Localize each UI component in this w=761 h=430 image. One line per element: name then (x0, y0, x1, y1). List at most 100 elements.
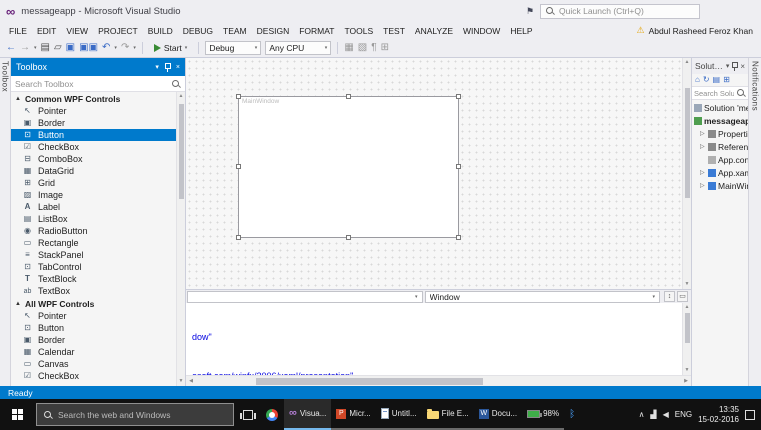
new-file-icon[interactable]: ▤ (41, 43, 50, 53)
resize-handle[interactable] (236, 235, 241, 240)
taskbar-app-visual-studio[interactable]: ∞ Visua... (284, 399, 331, 430)
xaml-editor[interactable]: dow" osoft.com/winfx/2006/xaml/presentat… (186, 303, 691, 375)
scroll-left-icon[interactable]: ◀ (186, 376, 196, 386)
menu-item-window[interactable]: WINDOW (458, 24, 505, 38)
scroll-down-icon[interactable]: ▼ (683, 280, 691, 289)
navigate-forward-icon[interactable]: → (20, 43, 30, 53)
paragraph-icon[interactable]: ¶ (371, 43, 376, 53)
toolbox-item[interactable]: ComboBox (11, 153, 176, 165)
toolbox-item[interactable]: TextBlock (11, 273, 176, 285)
designer-scrollbar[interactable]: ▲ ▼ (682, 58, 691, 289)
solution-search-box[interactable] (692, 87, 748, 100)
debug-configuration-combo[interactable]: Debug ▾ (205, 41, 261, 55)
start-button[interactable] (0, 399, 34, 430)
toolbox-item[interactable]: RadioButton (11, 225, 176, 237)
tree-item-app-xaml[interactable]: ▷App.xaml (692, 166, 748, 179)
scroll-up-icon[interactable]: ▲ (683, 303, 691, 312)
tree-item-properties[interactable]: ▷Properties (692, 127, 748, 140)
menu-item-view[interactable]: VIEW (61, 24, 93, 38)
expander-icon[interactable]: ▷ (700, 169, 706, 176)
resize-handle[interactable] (236, 94, 241, 99)
menu-item-help[interactable]: HELP (505, 24, 537, 38)
find-in-files-icon[interactable]: ▦ (344, 43, 353, 53)
split-orientation-icon[interactable]: ▭ (677, 291, 688, 302)
volume-icon[interactable]: ◀ (663, 411, 669, 419)
menu-item-team[interactable]: TEAM (218, 24, 252, 38)
toolbox-tab[interactable]: Toolbox (1, 61, 10, 386)
toolbox-category-common-wpf[interactable]: ▲ Common WPF Controls (11, 92, 176, 105)
redo-icon[interactable]: ↷ (121, 43, 129, 53)
chevron-down-icon[interactable]: ▾ (34, 45, 37, 51)
menu-item-design[interactable]: DESIGN (252, 24, 295, 38)
expander-icon[interactable]: ▷ (700, 130, 706, 137)
solution-search-input[interactable] (694, 89, 734, 98)
taskbar-app-notepad[interactable]: Untitl... (376, 399, 422, 430)
taskbar-app-file-explorer[interactable]: File E... (422, 399, 474, 430)
menu-item-tools[interactable]: TOOLS (340, 24, 379, 38)
action-center-icon[interactable] (745, 410, 755, 420)
tree-item-solution[interactable]: Solution 'messageapp' (692, 101, 748, 114)
code-lines[interactable]: dow" osoft.com/winfx/2006/xaml/presentat… (186, 303, 682, 375)
navigate-back-icon[interactable]: ← (6, 43, 16, 53)
toolbox-item[interactable]: DataGrid (11, 165, 176, 177)
save-icon[interactable]: ▣ (66, 43, 75, 53)
collapse-all-icon[interactable]: ▤ (713, 76, 721, 84)
toolbox-item[interactable]: StackPanel (11, 249, 176, 261)
toolbox-item[interactable]: Border (11, 117, 176, 129)
toolbox-item-selected[interactable]: Button (11, 129, 176, 141)
toolbox-scrollbar[interactable]: ▲ ▼ (176, 92, 185, 386)
menu-item-format[interactable]: FORMAT (294, 24, 339, 38)
resize-handle[interactable] (456, 94, 461, 99)
toolbox-item[interactable]: Grid (11, 177, 176, 189)
show-all-files-icon[interactable]: ⊞ (723, 76, 730, 84)
toolbox-search-box[interactable] (11, 76, 185, 92)
start-debug-button[interactable]: Start ▾ (149, 42, 192, 54)
scroll-up-icon[interactable]: ▲ (683, 58, 691, 67)
tree-item-project[interactable]: messageapp (692, 114, 748, 127)
taskbar-clock[interactable]: 13:35 15-02-2016 (698, 405, 739, 425)
taskbar-search-input[interactable] (58, 410, 227, 420)
toolbox-item[interactable]: Rectangle (11, 237, 176, 249)
tree-item-references[interactable]: ▷References (692, 140, 748, 153)
quick-launch-box[interactable] (540, 4, 700, 19)
tree-item-app-config[interactable]: App.config (692, 153, 748, 166)
tree-item-mainwindow-xaml[interactable]: ▷MainWindow.xaml (692, 179, 748, 192)
expander-icon[interactable]: ▷ (700, 143, 706, 150)
toolbox-item[interactable]: ListBox (11, 213, 176, 225)
save-all-icon[interactable]: ▣▣ (79, 43, 98, 53)
close-icon[interactable]: × (176, 64, 180, 71)
toolbox-item[interactable]: Button (11, 322, 176, 334)
toolbox-item[interactable]: TabControl (11, 261, 176, 273)
language-indicator[interactable]: ENG (675, 410, 692, 419)
task-view-button[interactable] (236, 399, 260, 430)
taskbar-app-battery[interactable]: 98% (522, 399, 564, 430)
taskbar-app-office[interactable]: P Micr... (331, 399, 375, 430)
refresh-icon[interactable]: ↻ (703, 76, 710, 84)
toolbox-item[interactable]: Pointer (11, 310, 176, 322)
chevron-down-icon[interactable]: ▾ (114, 45, 117, 51)
toolbox-item[interactable]: Pointer (11, 105, 176, 117)
resize-handle[interactable] (456, 235, 461, 240)
comment-icon[interactable]: ▧ (358, 43, 367, 53)
pin-icon[interactable] (731, 61, 738, 71)
resize-handle[interactable] (346, 235, 351, 240)
chevron-down-icon[interactable]: ▾ (133, 45, 136, 51)
expander-icon[interactable]: ▷ (700, 182, 706, 189)
toolbox-item[interactable]: Border (11, 334, 176, 346)
toolbox-item[interactable]: Label (11, 201, 176, 213)
show-hidden-icons[interactable]: ∧ (639, 411, 645, 419)
pin-icon[interactable] (164, 62, 171, 72)
network-icon[interactable]: ▟ (650, 411, 656, 419)
scroll-right-icon[interactable]: ▶ (681, 376, 691, 386)
editor-horizontal-scrollbar[interactable]: ◀ ▶ (186, 375, 691, 386)
menu-item-test[interactable]: TEST (378, 24, 410, 38)
design-surface[interactable]: MainWindow (186, 58, 682, 289)
undo-icon[interactable]: ↶ (102, 43, 110, 53)
scroll-down-icon[interactable]: ▼ (177, 377, 185, 386)
editor-scrollbar[interactable]: ▲ ▼ (682, 303, 691, 375)
scrollbar-thumb[interactable] (685, 313, 690, 343)
swap-panes-icon[interactable]: ↕ (664, 291, 675, 302)
taskbar-search-box[interactable] (36, 403, 234, 426)
scrollbar-thumb[interactable] (179, 104, 184, 199)
toolbox-item[interactable]: TextBox (11, 285, 176, 297)
